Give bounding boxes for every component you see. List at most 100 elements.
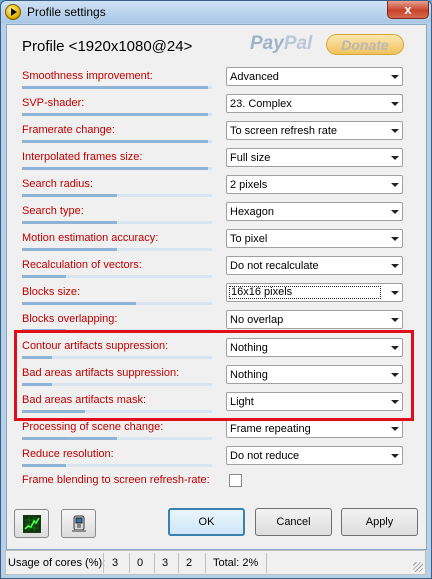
setting-label: SVP-shader:: [22, 97, 85, 109]
setting-row: Smoothness improvement:: [22, 70, 212, 92]
dropdown-value: 23. Complex: [230, 98, 292, 110]
setting-dropdown[interactable]: 16x16 pixels: [226, 283, 403, 302]
core-usage-value: 0: [137, 557, 144, 569]
setting-level-track: [22, 113, 212, 116]
setting-label: Recalculation of vectors:: [22, 259, 142, 271]
apply-button[interactable]: Apply: [341, 508, 418, 536]
setting-level-track: [22, 437, 212, 440]
setting-label: Motion estimation accuracy:: [22, 232, 159, 244]
setting-row: Framerate change:: [22, 124, 212, 146]
setting-row-frame-blending: Frame blending to screen refresh-rate:: [22, 474, 212, 496]
total-usage: Total: 2%: [213, 557, 259, 569]
ok-button[interactable]: OK: [168, 508, 245, 536]
graph-icon: [23, 515, 41, 533]
chevron-down-icon: [391, 102, 399, 106]
setting-row: Interpolated frames size:: [22, 151, 212, 173]
device-tool-button[interactable]: [61, 509, 96, 538]
setting-row: SVP-shader:: [22, 97, 212, 119]
device-icon: [72, 515, 86, 532]
paypal-logo: PayPal: [250, 33, 312, 55]
resize-grip[interactable]: [413, 562, 423, 572]
chevron-down-icon: [391, 183, 399, 187]
setting-label: Search radius:: [22, 178, 93, 190]
setting-level-track: [22, 194, 212, 197]
paypal-logo-pal: Pal: [283, 33, 313, 54]
setting-dropdown[interactable]: To screen refresh rate: [226, 121, 403, 140]
setting-level-fill: [22, 464, 66, 467]
dropdown-value: 2 pixels: [230, 179, 268, 191]
setting-row: Motion estimation accuracy:: [22, 232, 212, 254]
setting-dropdown[interactable]: To pixel: [226, 229, 403, 248]
setting-label: Interpolated frames size:: [22, 151, 143, 163]
setting-row: Reduce resolution:: [22, 448, 212, 470]
setting-level-fill: [22, 302, 136, 305]
chevron-down-icon: [391, 237, 399, 241]
dropdown-value: Frame repeating: [230, 423, 311, 435]
paypal-logo-pay: Pay: [250, 33, 284, 54]
graph-tool-button[interactable]: [14, 509, 49, 538]
dropdown-value: To pixel: [230, 233, 268, 245]
chevron-down-icon: [391, 264, 399, 268]
dropdown-value: Do not reduce: [230, 450, 300, 462]
profile-title: Profile <1920x1080@24>: [22, 38, 193, 55]
chevron-down-icon: [391, 156, 399, 160]
setting-label: Reduce resolution:: [22, 448, 114, 460]
setting-level-track: [22, 140, 212, 143]
status-separator: [129, 553, 130, 573]
dropdown-value: No overlap: [230, 314, 284, 326]
setting-row: Processing of scene change:: [22, 421, 212, 443]
window-title: Profile settings: [27, 5, 106, 19]
title-bar[interactable]: Profile settings x: [1, 1, 431, 23]
setting-dropdown[interactable]: Do not recalculate: [226, 256, 403, 275]
setting-dropdown[interactable]: No overlap: [226, 310, 403, 329]
frame-blending-checkbox[interactable]: [229, 474, 242, 487]
setting-dropdown[interactable]: Full size: [226, 148, 403, 167]
chevron-down-icon: [391, 291, 399, 295]
status-separator: [103, 553, 104, 573]
status-separator: [178, 553, 179, 573]
setting-level-track: [22, 275, 212, 278]
setting-level-fill: [22, 248, 117, 251]
donate-button[interactable]: Donate: [326, 34, 404, 55]
setting-level-fill: [22, 140, 208, 143]
setting-level-track: [22, 86, 212, 89]
setting-level-track: [22, 221, 212, 224]
dropdown-value: Advanced: [230, 71, 279, 83]
setting-label: Processing of scene change:: [22, 421, 164, 433]
setting-row: Recalculation of vectors:: [22, 259, 212, 281]
chevron-down-icon: [391, 454, 399, 458]
setting-level-track: [22, 302, 212, 305]
status-separator: [266, 553, 267, 573]
chevron-down-icon: [391, 129, 399, 133]
chevron-down-icon: [391, 75, 399, 79]
status-separator: [154, 553, 155, 573]
setting-dropdown[interactable]: 23. Complex: [226, 94, 403, 113]
status-bar: Usage of cores (%): 3 0 3 2 Total: 2%: [5, 550, 426, 575]
close-button[interactable]: x: [387, 1, 429, 19]
setting-level-fill: [22, 86, 208, 89]
cores-usage-label: Usage of cores (%):: [8, 557, 106, 569]
chevron-down-icon: [391, 318, 399, 322]
setting-label: Framerate change:: [22, 124, 115, 136]
dropdown-value: Do not recalculate: [230, 260, 319, 272]
setting-level-fill: [22, 437, 117, 440]
setting-row: Search radius:: [22, 178, 212, 200]
setting-dropdown[interactable]: Frame repeating: [226, 419, 403, 438]
setting-level-fill: [22, 113, 208, 116]
setting-level-fill: [22, 221, 117, 224]
setting-row: Search type:: [22, 205, 212, 227]
setting-level-fill: [22, 167, 208, 170]
status-separator: [205, 553, 206, 573]
chevron-down-icon: [391, 210, 399, 214]
setting-dropdown[interactable]: Do not reduce: [226, 446, 403, 465]
setting-label: Frame blending to screen refresh-rate:: [22, 474, 210, 486]
dropdown-value: Hexagon: [230, 206, 275, 218]
setting-dropdown[interactable]: Hexagon: [226, 202, 403, 221]
setting-dropdown[interactable]: Advanced: [226, 67, 403, 86]
setting-dropdown[interactable]: 2 pixels: [226, 175, 403, 194]
highlight-box: [14, 330, 414, 421]
setting-label: Blocks overlapping:: [22, 313, 118, 325]
cancel-button[interactable]: Cancel: [255, 508, 332, 536]
setting-level-track: [22, 464, 212, 467]
dropdown-value: Full size: [230, 152, 271, 164]
